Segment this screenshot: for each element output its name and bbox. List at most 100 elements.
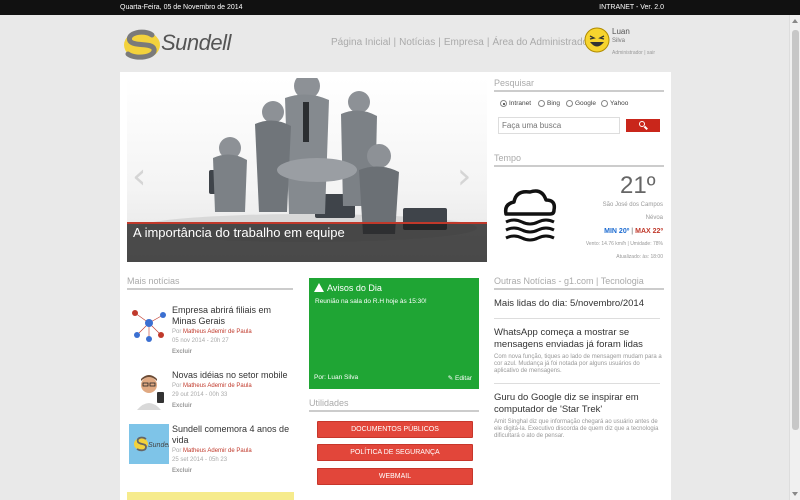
weather-condition: Névoa <box>645 215 663 221</box>
delete-news-link[interactable]: Excluir <box>172 403 192 409</box>
sundell-logo[interactable]: Sundell <box>122 27 242 67</box>
intranet-version: INTRANET - Ver. 2.0 <box>599 4 664 11</box>
carousel-caption[interactable]: A importância do trabalho em equipe <box>127 222 487 262</box>
news-date: 29 out 2014 - 00h 33 <box>172 392 228 398</box>
max-temperature: MAX 22º <box>635 228 663 235</box>
radio-bing[interactable]: Bing <box>538 100 560 107</box>
divider <box>127 288 293 290</box>
search-title: Pesquisar <box>494 78 535 88</box>
g1-news-item[interactable]: Guru do Google diz se inspirar em comput… <box>494 392 664 440</box>
g1-news-title: Outras Notícias - g1.com | Tecnologia <box>494 276 644 286</box>
nav-separator: | <box>393 37 397 48</box>
more-news-title: Mais notícias <box>127 276 180 286</box>
radio-intranet[interactable]: Intranet <box>500 100 531 107</box>
carousel-next-arrow-icon[interactable]: › <box>457 156 471 197</box>
daily-notices-panel: Avisos do Dia Reunião na sala do R.H hoj… <box>309 278 479 389</box>
g1-news-title[interactable]: WhatsApp começa a mostrar se mensagens e… <box>494 327 664 351</box>
scroll-thumb[interactable] <box>792 30 799 430</box>
edit-notice-button[interactable]: ✎ Editar <box>448 374 472 382</box>
weather-city: São José dos Campos <box>602 202 663 208</box>
warning-icon <box>314 283 324 292</box>
radio-bing-dot[interactable] <box>538 100 545 107</box>
news-author: Por Matheus Ademir de Paula <box>172 448 252 454</box>
g1-news-item[interactable]: WhatsApp começa a mostrar se mensagens e… <box>494 327 664 375</box>
carousel-caption-text[interactable]: A importância do trabalho em equipe <box>133 225 345 240</box>
news-title[interactable]: Novas idéias no setor mobile <box>172 370 297 381</box>
news-title[interactable]: Sundell comemora 4 anos de vida <box>172 424 297 446</box>
edit-label: Editar <box>455 375 472 382</box>
news-carousel[interactable]: ‹ › A importância do trabalho em equipe <box>127 78 487 262</box>
news-author: Por Matheus Ademir de Paula <box>172 383 252 389</box>
top-bar: Quarta-Feira, 05 de Novembro de 2014 INT… <box>0 0 800 15</box>
scroll-down-arrow-icon[interactable] <box>792 492 798 496</box>
divider <box>494 165 664 167</box>
header: Sundell Página Inicial | Notícias | Empresa |… <box>0 15 789 72</box>
news-date: 05 nov 2014 - 20h 27 <box>172 338 229 344</box>
g1-news-item[interactable]: Mais lidas do dia: 5/novembro/2014 <box>494 298 664 310</box>
min-temperature: MIN 20º <box>604 228 630 235</box>
g1-news-title[interactable]: Guru do Google diz se inspirar em comput… <box>494 392 664 416</box>
weather-updated: Atualizado: às: 18:00 <box>616 254 663 260</box>
radio-yahoo-dot[interactable] <box>601 100 608 107</box>
g1-news-description: Com nova função, tiques ao lado de mensa… <box>494 354 662 374</box>
news-title[interactable]: Empresa abrirá filiais em Minas Gerais <box>172 305 297 327</box>
search-icon <box>639 121 645 127</box>
page-scrollbar[interactable] <box>789 15 800 500</box>
user-surname: Silva <box>612 38 626 44</box>
security-policy-button[interactable]: POLÍTICA DE SEGURANÇA <box>317 444 473 461</box>
nav-noticias[interactable]: Notícias <box>399 37 435 48</box>
min-max-temperature: MIN 20º | MAX 22º <box>604 228 663 235</box>
svg-text:Sundell: Sundell <box>148 442 169 449</box>
divider <box>494 90 664 92</box>
carousel-prev-arrow-icon[interactable]: ‹ <box>132 156 146 197</box>
notices-title: Avisos do Dia <box>327 283 382 293</box>
divider <box>309 410 479 412</box>
logo-text: Sundell <box>161 30 231 55</box>
sundell-s-logo-icon <box>124 29 160 60</box>
radio-intranet-dot[interactable] <box>500 100 507 107</box>
user-panel: Luan Silva Administrador | sair <box>584 25 674 69</box>
news-item[interactable]: Empresa abrirá filiais em Minas Gerais P… <box>129 305 299 365</box>
notice-author: Por: Luan Silva <box>314 374 359 381</box>
nav-area-administrador[interactable]: Área do Administrador <box>492 37 591 48</box>
delete-news-link[interactable]: Excluir <box>172 468 192 474</box>
search-button[interactable] <box>626 119 660 132</box>
scroll-up-arrow-icon[interactable] <box>792 19 798 23</box>
news-author: Por Matheus Ademir de Paula <box>172 329 252 335</box>
divider <box>494 288 664 290</box>
notice-message: Reunião na sala do R.H hoje às 15:30! <box>315 298 427 305</box>
weather-details: Vento: 14.76 km/h | Umidade: 78% <box>585 241 663 247</box>
nav-separator: | <box>486 37 490 48</box>
current-date: Quarta-Feira, 05 de Novembro de 2014 <box>120 4 243 11</box>
weather-title: Tempo <box>494 153 522 163</box>
radio-google-dot[interactable] <box>566 100 573 107</box>
yellow-tab[interactable] <box>127 492 294 500</box>
g1-news-title[interactable]: Mais lidas do dia: 5/novembro/2014 <box>494 298 664 310</box>
radio-google[interactable]: Google <box>566 100 596 107</box>
fog-cloud-icon <box>503 189 557 242</box>
network-people-thumbnail <box>129 305 169 345</box>
businessman-thumbnail <box>129 370 169 410</box>
caption-accent-line <box>127 222 487 224</box>
sundell-anniversary-thumbnail: Sundell <box>129 424 169 464</box>
public-documents-button[interactable]: DOCUMENTOS PÚBLICOS <box>317 421 473 438</box>
notices-header: Avisos do Dia <box>314 282 382 293</box>
news-date: 25 set 2014 - 05h 23 <box>172 457 228 463</box>
avatar-laughing-face-icon[interactable] <box>584 27 610 53</box>
search-input[interactable] <box>498 117 620 134</box>
nav-empresa[interactable]: Empresa <box>444 37 484 48</box>
news-item[interactable]: Sundell Sundell comemora 4 anos de vida … <box>129 424 299 484</box>
main-content: ‹ › A importância do trabalho em equipe … <box>120 72 671 500</box>
nav-pagina-inicial[interactable]: Página Inicial <box>331 37 390 48</box>
utilities-title: Utilidades <box>309 398 349 408</box>
user-role-logout[interactable]: Administrador | sair <box>612 50 655 56</box>
webmail-button[interactable]: WEBMAIL <box>317 468 473 485</box>
nav-separator: | <box>438 37 441 48</box>
divider <box>494 383 660 384</box>
radio-yahoo[interactable]: Yahoo <box>601 100 628 107</box>
news-item[interactable]: Novas idéias no setor mobile Por Matheus… <box>129 370 299 430</box>
g1-news-description: Amit Singhal diz que informação chegará … <box>494 419 659 439</box>
divider <box>494 318 660 319</box>
pencil-icon: ✎ <box>447 375 454 382</box>
delete-news-link[interactable]: Excluir <box>172 349 192 355</box>
